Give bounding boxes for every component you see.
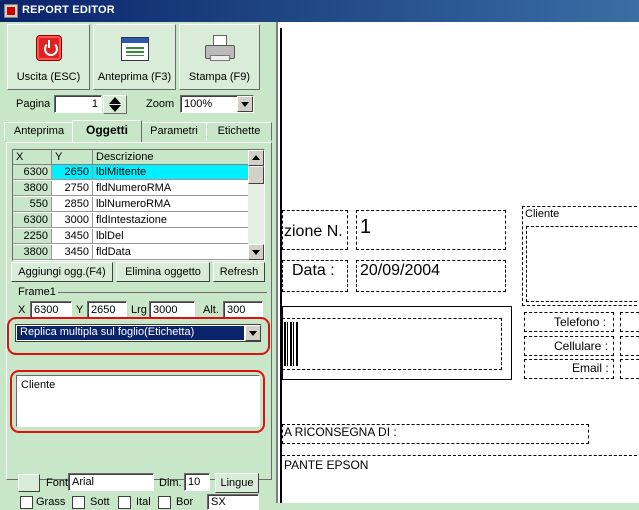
- zoom-label: Zoom: [146, 98, 175, 110]
- arrow-up-icon: [109, 97, 121, 104]
- cell-x[interactable]: 6300: [13, 165, 52, 180]
- refresh-button[interactable]: Refresh: [213, 262, 265, 282]
- cellulare-field-box[interactable]: [620, 336, 639, 356]
- zoom-value: 100%: [184, 98, 213, 110]
- frame-divider: [58, 292, 267, 293]
- preview-icon: [120, 37, 149, 61]
- column-header-descrizione[interactable]: Descrizione: [93, 150, 249, 165]
- window-title: REPORT EDITOR: [22, 4, 115, 16]
- delete-object-button[interactable]: Elimina oggetto: [116, 262, 210, 282]
- page-label: Pagina: [16, 98, 51, 110]
- memo-highlight-ring: [10, 370, 265, 433]
- font-label: Font: [46, 477, 69, 489]
- cell-descrizione[interactable]: lblMittente: [93, 165, 249, 180]
- numero-field-box[interactable]: [356, 210, 506, 250]
- dim-input[interactable]: 10: [184, 473, 210, 491]
- exit-button-label: Uscita (ESC): [16, 71, 81, 83]
- cell-x[interactable]: 550: [13, 197, 52, 212]
- barcode-box[interactable]: [282, 318, 502, 370]
- highlight-ring: [7, 317, 270, 355]
- tab-strip: Anteprima Oggetti Parametri Etichette: [4, 120, 272, 142]
- cell-y[interactable]: 2750: [52, 181, 93, 196]
- objects-grid[interactable]: X Y Descrizione 6300 2650 lblMittente 38…: [12, 149, 265, 261]
- add-object-button[interactable]: Aggiungi ogg.(F4): [11, 262, 113, 282]
- grass-label: Grass: [36, 496, 66, 508]
- cell-descrizione[interactable]: fldData: [93, 245, 249, 260]
- ital-label: Ital: [136, 496, 151, 508]
- cell-descrizione[interactable]: fldIntestazione: [93, 213, 249, 228]
- scroll-up-icon[interactable]: [248, 150, 264, 166]
- cell-y[interactable]: 3000: [52, 213, 93, 228]
- app-icon: [4, 4, 18, 18]
- exit-button[interactable]: Uscita (ESC): [7, 24, 90, 90]
- cliente-label: Cliente: [525, 208, 560, 220]
- data-label: Data :: [292, 262, 335, 279]
- page-input[interactable]: 1: [54, 95, 102, 113]
- cell-descrizione[interactable]: fldNumeroRMA: [93, 181, 249, 196]
- frame-title: Frame1: [18, 286, 56, 298]
- telefono-field-box[interactable]: [620, 312, 639, 332]
- font-input[interactable]: Arial: [68, 473, 154, 491]
- report-canvas[interactable]: zione N. 1 Data : 20/09/2004 Cliente Tel…: [276, 22, 639, 503]
- sott-label: Sott: [90, 496, 110, 508]
- cell-y[interactable]: 2850: [52, 197, 93, 212]
- align-select[interactable]: SX: [207, 494, 259, 510]
- font-color-button[interactable]: [18, 474, 40, 492]
- tab-anteprima[interactable]: Anteprima: [4, 122, 74, 141]
- email-label: Email :: [572, 361, 609, 375]
- scroll-thumb[interactable]: [248, 166, 264, 184]
- preview-button[interactable]: Anteprima (F3): [93, 24, 176, 90]
- print-button[interactable]: Stampa (F9): [179, 24, 260, 90]
- cell-y[interactable]: 3450: [52, 245, 93, 260]
- cell-x[interactable]: 2250: [13, 229, 52, 244]
- numero-label: zione N.: [284, 223, 343, 240]
- arrow-down-icon: [109, 105, 121, 112]
- page-spinner[interactable]: [103, 95, 127, 114]
- tab-oggetti[interactable]: Oggetti: [72, 120, 142, 142]
- column-header-x[interactable]: X: [13, 150, 52, 165]
- cellulare-label: Cellulare :: [554, 339, 609, 353]
- riconsegna-text: A RICONSEGNA DI :: [284, 425, 397, 439]
- y-label: Y: [76, 304, 84, 316]
- bor-label: Bor: [176, 496, 194, 508]
- epson-text: PANTE EPSON: [284, 458, 369, 472]
- power-icon: [35, 35, 62, 61]
- title-bar: REPORT EDITOR: [0, 0, 639, 22]
- cell-x[interactable]: 3800: [13, 181, 52, 196]
- alt-label: Alt.: [203, 304, 219, 316]
- telefono-label: Telefono :: [554, 315, 607, 329]
- preview-button-label: Anteprima (F3): [97, 71, 172, 83]
- cell-descrizione[interactable]: lblNumeroRMA: [93, 197, 249, 212]
- lingue-button[interactable]: Lingue: [215, 473, 259, 493]
- cell-x[interactable]: 3800: [13, 245, 52, 260]
- scroll-down-icon[interactable]: [248, 244, 264, 260]
- barcode-bars: [284, 322, 298, 366]
- cell-descrizione[interactable]: lblDel: [93, 229, 249, 244]
- x-label: X: [18, 304, 26, 316]
- print-button-label: Stampa (F9): [188, 71, 251, 83]
- zoom-dropdown-arrow-icon[interactable]: [237, 96, 253, 112]
- cliente-inner-box[interactable]: [526, 226, 639, 302]
- data-value: 20/09/2004: [360, 262, 441, 279]
- column-header-y[interactable]: Y: [52, 150, 93, 165]
- cell-y[interactable]: 2650: [52, 165, 93, 180]
- tab-parametri[interactable]: Parametri: [140, 122, 208, 141]
- separator-line: [282, 455, 639, 456]
- numero-value: 1: [360, 216, 372, 238]
- dim-label: Dim.: [159, 477, 182, 489]
- cell-y[interactable]: 3450: [52, 229, 93, 244]
- email-field-box[interactable]: [620, 359, 639, 379]
- tab-etichette[interactable]: Etichette: [206, 122, 272, 141]
- lrg-label: Lrg: [131, 304, 147, 316]
- printer-icon: [204, 35, 235, 63]
- cell-x[interactable]: 6300: [13, 213, 52, 228]
- grid-scrollbar[interactable]: [248, 150, 264, 260]
